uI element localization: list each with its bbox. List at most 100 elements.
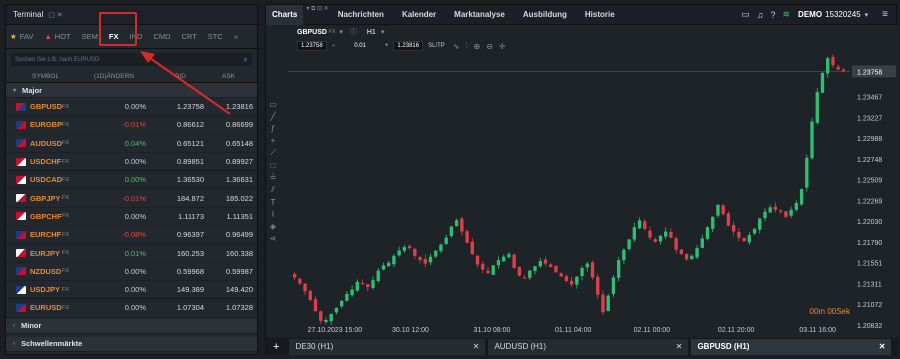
symbol-type: FX (62, 268, 70, 275)
tab-fav[interactable]: ★ FAV (10, 32, 33, 41)
table-row[interactable]: AUDUSD FX 0.04% 0.65121 0.65148 (6, 135, 257, 153)
close-icon[interactable]: ✕ (676, 342, 683, 351)
group-emerging[interactable]: › Schwellenmärkte (6, 336, 257, 352)
candle-body (387, 262, 391, 267)
monitor-icon[interactable]: ▭ (741, 9, 750, 20)
change-value: 0.04% (124, 138, 146, 148)
change-value: 0.00% (124, 175, 146, 185)
annotation-arrow (140, 51, 231, 115)
change-value: 0.00% (124, 157, 146, 167)
price-chart[interactable]: 1.23758 1.23467 1.23227 1.22988 1.22748 1.225… (280, 25, 898, 337)
box-icon[interactable]: □ (271, 161, 276, 170)
chart-area[interactable]: GBPUSD FX ▾ ⓘ H1 ▾ 1.23758 − 0.01 + 1.23… (266, 25, 898, 337)
add-tab-button[interactable]: + (266, 341, 286, 353)
ask-value: 1.07328 (225, 303, 253, 313)
symbol-type: FX (62, 121, 70, 128)
table-row[interactable]: USDJPY FX 0.00% 149.389 149.420 (6, 281, 257, 300)
tab-cmd[interactable]: CMD (153, 32, 170, 41)
tab-more[interactable]: » (234, 32, 238, 41)
table-row[interactable]: USDCAD FX 0.00% 1.36530 1.36631 (6, 171, 257, 190)
change-value: 0.00% (124, 266, 146, 276)
trendline-icon[interactable]: ╱ (271, 112, 276, 121)
candle-body (700, 238, 704, 248)
text-icon[interactable]: T (271, 198, 276, 207)
candle-body (690, 255, 694, 260)
candle-body (308, 291, 312, 301)
help-icon[interactable]: ? (770, 10, 775, 20)
account-label[interactable]: DEMO (798, 10, 822, 19)
table-row[interactable]: EURUSD FX 0.00% 1.07304 1.07328 (6, 299, 257, 318)
cross-icon[interactable]: + (271, 136, 276, 145)
symbol-type: FX (62, 213, 70, 220)
fx-highlight-box (99, 12, 137, 46)
candle-body (507, 254, 511, 258)
bid-value: 160.253 (176, 248, 204, 258)
chart-tab-gbpusd[interactable]: GBPUSD (H1) ✕ (691, 338, 892, 355)
pattern-icon[interactable]: ⌇ (271, 210, 275, 219)
channel-icon[interactable]: ⫽ (271, 185, 275, 195)
tab-ausbildung[interactable]: Ausbildung (514, 5, 576, 25)
window-controls-icon[interactable]: ▢ ✕ (48, 11, 62, 19)
candle-body (658, 235, 663, 242)
fibonacci-icon[interactable]: ≟ (270, 173, 277, 182)
account-number[interactable]: 15320245 (825, 10, 861, 19)
candle-body (559, 273, 563, 277)
candle-body (695, 248, 699, 258)
tab-kalender[interactable]: Kalender (393, 5, 445, 25)
candle-body (768, 207, 772, 213)
tab-nachrichten[interactable]: Nachrichten (329, 5, 393, 25)
tab-sem[interactable]: SEM (82, 32, 98, 41)
x-tick-label: 27.10.2023 15:00 (308, 327, 363, 334)
symbol-type: FX (62, 158, 70, 165)
share-icon[interactable]: ⋖ (270, 234, 277, 243)
search-placeholder: Suchen Sie z.B. nach EURUSD (15, 56, 100, 63)
candle-body (454, 220, 459, 227)
change-value: -0.01% (122, 120, 146, 130)
candle-body (428, 256, 433, 263)
chart-tab-audusd[interactable]: AUDUSD (H1) ✕ (488, 338, 689, 355)
table-row[interactable]: EURCHF FX -0.08% 0.96397 0.96499 (6, 226, 257, 245)
candle-body (616, 260, 621, 278)
symbol-type: FX (62, 140, 70, 147)
close-icon[interactable]: ✕ (473, 342, 480, 351)
line-icon[interactable]: ⟋ (270, 148, 276, 158)
window-controls-icon[interactable]: ▾ ⧉ ⊡ ✕ (306, 5, 328, 25)
candle-body (590, 262, 595, 278)
table-row[interactable]: USDCHF FX 0.00% 0.89851 0.89927 (6, 153, 257, 172)
candle-body (826, 58, 830, 74)
table-row[interactable]: NZDUSD FX 0.00% 0.59968 0.59987 (6, 263, 257, 281)
ask-value: 149.420 (225, 285, 253, 295)
tab-crt[interactable]: CRT (182, 32, 197, 41)
tab-hot[interactable]: ▲ HOT (44, 32, 70, 41)
candle-body (601, 294, 605, 313)
tab-marktanalyse[interactable]: Marktanalyse (445, 5, 514, 25)
candle-body (752, 228, 757, 234)
symbol-type: FX (62, 286, 70, 293)
candle-body (569, 280, 574, 285)
candle-body (637, 220, 642, 229)
x-tick-label: 30.10 12:00 (392, 327, 429, 334)
candle-body (413, 248, 417, 256)
layers-icon[interactable]: ◈ (270, 222, 276, 231)
rectangle-icon[interactable]: ▭ (269, 100, 277, 109)
candle-body (319, 311, 323, 321)
table-row[interactable]: GBPJPY FX -0.01% 184.872 185.022 (6, 189, 257, 208)
candle-body (648, 230, 652, 238)
y-tick-label: 1.22509 (857, 178, 882, 185)
bell-icon[interactable]: ♫ (757, 10, 764, 20)
chart-tab-de30[interactable]: DE30 (H1) ✕ (289, 338, 486, 355)
close-icon[interactable]: ✕ (879, 342, 886, 351)
candle-body (799, 189, 804, 205)
tab-historie[interactable]: Historie (576, 5, 624, 25)
menu-icon[interactable]: ≡ (882, 9, 888, 20)
tab-stc[interactable]: STC (208, 32, 223, 41)
chevron-down-icon[interactable]: ▾ (865, 11, 869, 19)
tab-charts[interactable]: Charts (266, 4, 304, 25)
table-row[interactable]: GBPCHF FX 0.00% 1.11173 1.11351 (6, 208, 257, 227)
symbol-name: NZDUSD (30, 266, 62, 276)
group-minor[interactable]: › Minor (6, 318, 257, 334)
y-tick-label: 1.23758 (857, 69, 882, 76)
table-row[interactable]: EURJPY FX 0.01% 160.253 160.338 (6, 244, 257, 263)
function-icon[interactable]: ƒ (271, 124, 275, 133)
candle-body (512, 254, 516, 268)
